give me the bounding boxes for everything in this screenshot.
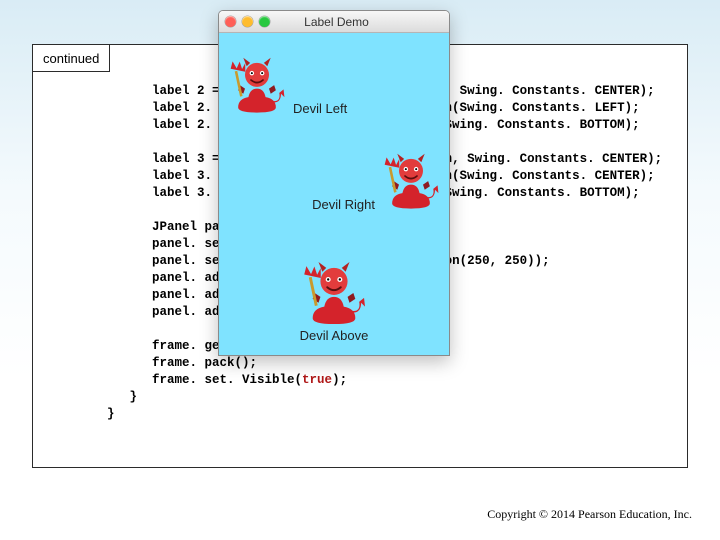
label-devil-above: Devil Above	[229, 233, 439, 343]
label-devil-right: Devil Right	[229, 137, 439, 227]
label-devil-left: Devil Left	[229, 41, 439, 131]
devil-icon	[229, 56, 285, 116]
label-demo-window: Label Demo Devil Left Devil Right Devil …	[218, 10, 450, 356]
caption-devil-above: Devil Above	[300, 328, 369, 343]
continued-badge: continued	[32, 44, 110, 72]
window-title: Label Demo	[230, 15, 443, 29]
devil-icon	[383, 152, 439, 212]
caption-devil-left: Devil Left	[293, 101, 347, 116]
caption-devil-right: Devil Right	[312, 197, 375, 212]
titlebar: Label Demo	[219, 11, 449, 33]
popup-body: Devil Left Devil Right Devil Above	[219, 33, 449, 355]
copyright: Copyright © 2014 Pearson Education, Inc.	[487, 507, 692, 522]
devil-icon	[303, 260, 365, 328]
continued-text: continued	[43, 51, 99, 66]
